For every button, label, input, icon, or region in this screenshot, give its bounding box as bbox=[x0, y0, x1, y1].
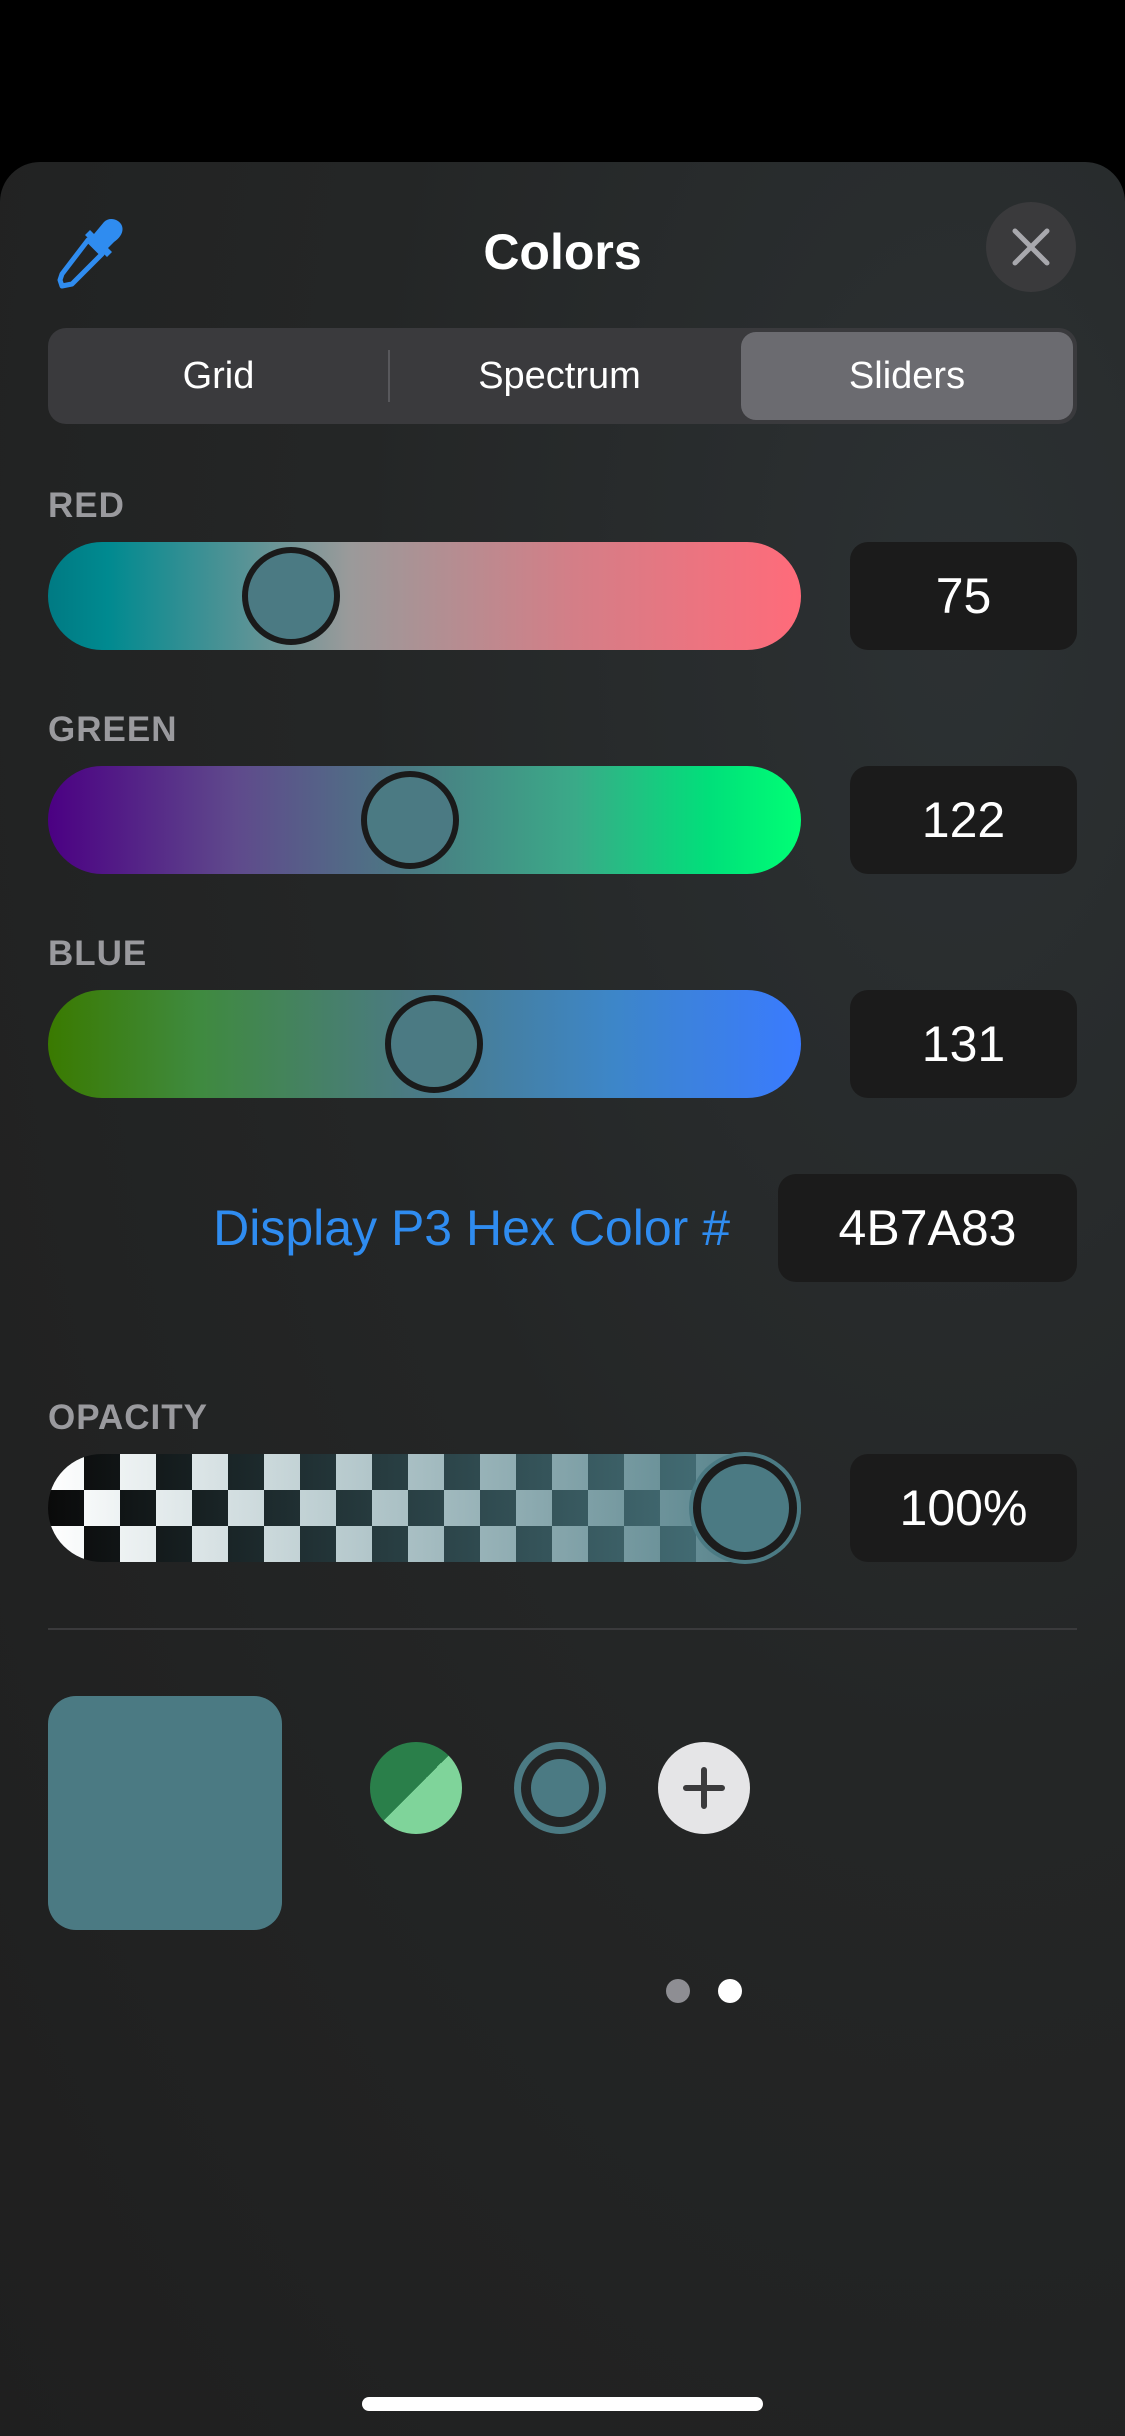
tab-grid[interactable]: Grid bbox=[52, 332, 385, 420]
green-value-field[interactable]: 122 bbox=[850, 766, 1077, 874]
red-value-field[interactable]: 75 bbox=[850, 542, 1077, 650]
saved-swatch-teal-selected[interactable] bbox=[514, 1742, 606, 1834]
red-slider-label: RED bbox=[48, 486, 125, 525]
blue-slider-label: BLUE bbox=[48, 934, 148, 973]
blue-value-field[interactable]: 131 bbox=[850, 990, 1077, 1098]
hex-value-field[interactable]: 4B7A83 bbox=[778, 1174, 1077, 1282]
opacity-slider-label: OPACITY bbox=[48, 1398, 208, 1437]
red-slider-thumb[interactable] bbox=[242, 547, 341, 645]
tab-spectrum[interactable]: Spectrum bbox=[393, 332, 726, 420]
sheet-title: Colors bbox=[483, 224, 642, 280]
opacity-value-field[interactable]: 100% bbox=[850, 1454, 1077, 1562]
blue-slider-thumb[interactable] bbox=[384, 995, 483, 1093]
close-button[interactable] bbox=[986, 202, 1076, 292]
hex-color-label[interactable]: Display P3 Hex Color # bbox=[140, 1174, 730, 1282]
add-swatch-button[interactable] bbox=[658, 1742, 750, 1834]
color-picker-sheet: Colors Grid Spectrum Sliders RED 75 GREE… bbox=[0, 162, 1125, 2436]
page-dot-1[interactable] bbox=[666, 1979, 690, 2003]
opacity-slider-thumb[interactable] bbox=[693, 1456, 797, 1560]
page-dot-2[interactable] bbox=[718, 1979, 742, 2003]
segment-divider bbox=[388, 350, 390, 402]
tab-sliders[interactable]: Sliders bbox=[741, 332, 1073, 420]
plus-icon bbox=[683, 1767, 725, 1809]
section-divider bbox=[48, 1628, 1077, 1630]
green-slider-thumb[interactable] bbox=[361, 771, 460, 869]
saved-swatch-teal-fill bbox=[531, 1759, 589, 1817]
green-slider-label: GREEN bbox=[48, 710, 178, 749]
red-slider-track[interactable] bbox=[48, 542, 801, 650]
opacity-slider-track[interactable] bbox=[48, 1454, 801, 1562]
current-color-swatch bbox=[48, 1696, 282, 1930]
mode-segmented-control: Grid Spectrum Sliders bbox=[48, 328, 1077, 424]
saved-swatch-green[interactable] bbox=[370, 1742, 462, 1834]
home-indicator bbox=[362, 2397, 763, 2411]
close-icon bbox=[1012, 228, 1050, 266]
